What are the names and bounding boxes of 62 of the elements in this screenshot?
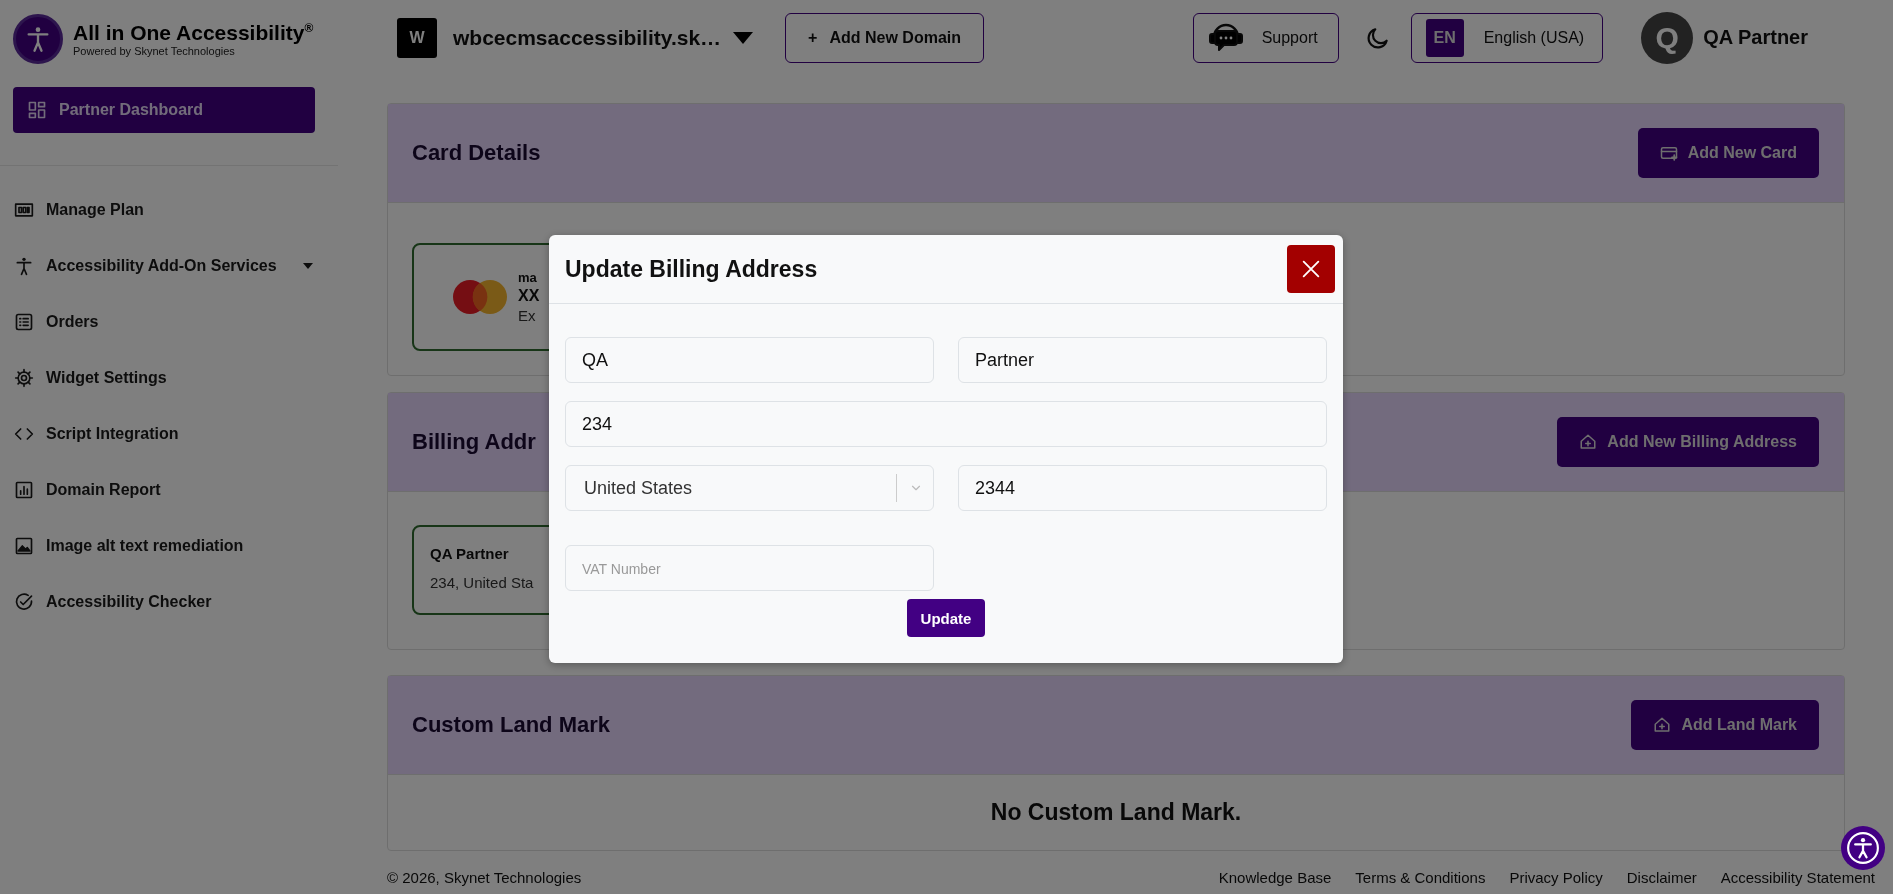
two-circles-icon — [452, 279, 508, 315]
brand-subtitle: Powered by Skynet Technologies — [73, 44, 236, 57]
sidebar-item[interactable]: Script Integration — [13, 406, 315, 462]
check-circle-icon — [14, 592, 34, 612]
person-icon — [14, 256, 34, 276]
user-name[interactable]: QA Partner — [1703, 26, 1808, 49]
settings-icon — [14, 368, 34, 388]
card-number: XX — [518, 287, 540, 305]
house-plus-icon — [1579, 433, 1598, 451]
address-line: 234, United Sta — [430, 574, 535, 591]
footer-link[interactable]: Accessibility Statement — [1720, 869, 1875, 886]
zip-code-field[interactable]: 2344 — [958, 465, 1327, 511]
sidebar-item[interactable]: Widget Settings — [13, 350, 315, 406]
card-brand: ma — [518, 270, 538, 285]
vat-number-field[interactable]: VAT Number — [565, 545, 934, 591]
section-title: Billing Addr — [412, 429, 536, 455]
sidebar-item[interactable]: Accessibility Checker — [13, 574, 315, 630]
update-button[interactable]: Update — [906, 599, 986, 637]
section-title: Card Details — [412, 140, 541, 166]
accessibility-widget-button[interactable] — [1841, 826, 1885, 870]
modal-title: Update Billing Address — [565, 255, 818, 283]
user-avatar: Q — [1641, 11, 1694, 64]
add-button[interactable]: Add New Billing Address — [1557, 417, 1819, 467]
address-field[interactable]: 234 — [565, 401, 1327, 447]
list-icon — [14, 312, 34, 332]
grid-icon — [27, 100, 47, 120]
section-title: Custom Land Mark — [412, 712, 611, 738]
close-icon — [1300, 258, 1322, 280]
close-button[interactable] — [1287, 245, 1335, 293]
footer-link[interactable]: Disclaimer — [1626, 869, 1697, 886]
sidebar-item[interactable]: Domain Report — [13, 462, 315, 518]
footer-link[interactable]: Privacy Policy — [1509, 869, 1603, 886]
person-in-circle-icon — [1846, 831, 1880, 865]
footer-link[interactable]: Terms & Conditions — [1355, 869, 1486, 886]
language-selector[interactable]: EN English (USA) — [1410, 12, 1604, 63]
copyright-text: © 2026, Skynet Technologies — [387, 869, 582, 886]
last-name-field[interactable]: Partner — [958, 337, 1327, 383]
house-plus-icon — [1653, 716, 1672, 734]
footer-link[interactable]: Knowledge Base — [1218, 869, 1332, 886]
address-name: QA Partner — [430, 545, 510, 562]
caret-icon — [733, 31, 754, 44]
image-icon — [14, 536, 34, 556]
sidebar-item[interactable]: Manage Plan — [13, 182, 315, 238]
card-expiry: Ex — [518, 307, 537, 324]
domain-selector[interactable]: wbcecmsaccessibility.sk… — [453, 25, 722, 50]
dashboard-button[interactable]: Partner Dashboard — [13, 87, 315, 133]
country-select[interactable]: United States — [565, 465, 934, 511]
domain-avatar: W — [397, 17, 437, 58]
first-name-field[interactable]: QA — [565, 337, 934, 383]
sidebar-item[interactable]: Accessibility Add-On Services — [13, 238, 315, 294]
brand-title: All in One Accessibility$^{®}$ — [73, 21, 314, 45]
add-button[interactable]: Add Land Mark — [1631, 700, 1819, 750]
empty-message: No Custom Land Mark. — [989, 798, 1243, 827]
sidebar-item[interactable]: Orders — [13, 294, 315, 350]
add-button[interactable]: Add New Card — [1637, 128, 1819, 178]
sidebar-item[interactable]: Image alt text remediation — [13, 518, 315, 574]
bar-chart-icon — [14, 480, 34, 500]
card-icon — [1659, 144, 1678, 162]
caret-icon — [302, 263, 313, 269]
support-button[interactable]: Support — [1192, 12, 1339, 63]
plan-icon — [14, 200, 34, 220]
add-domain-button[interactable]: + Add New Domain — [785, 12, 984, 63]
